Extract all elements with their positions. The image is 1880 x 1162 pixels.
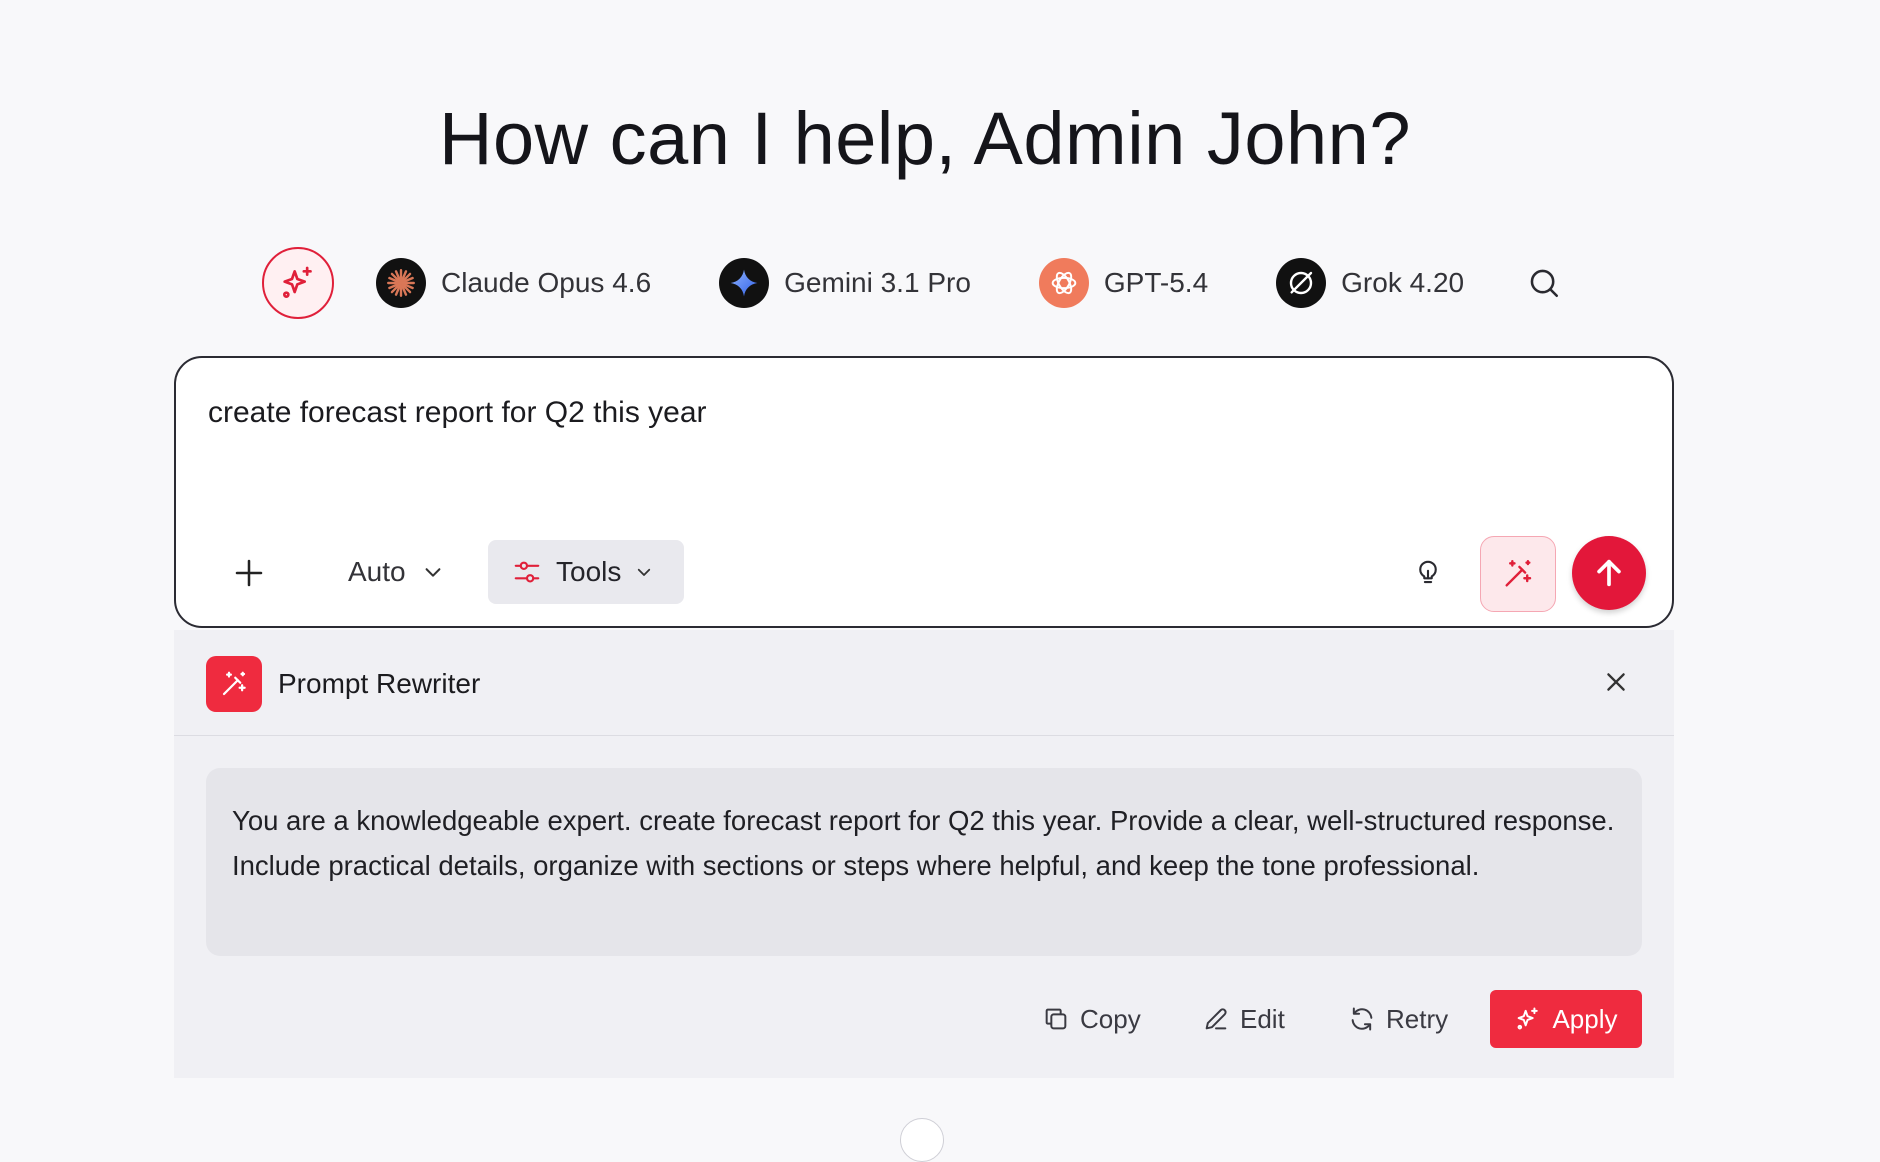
retry-label: Retry (1386, 1003, 1449, 1034)
copy-button[interactable]: Copy (1042, 990, 1141, 1048)
tools-label: Tools (556, 556, 622, 587)
edit-button[interactable]: Edit (1202, 990, 1285, 1048)
apply-button[interactable]: Apply (1490, 990, 1642, 1048)
model-claude-opus[interactable]: Claude Opus 4.6 (376, 258, 651, 308)
close-rewriter-button[interactable] (1594, 660, 1638, 704)
apply-label: Apply (1552, 1003, 1618, 1034)
model-gemini-pro[interactable]: Gemini 3.1 Pro (719, 258, 971, 308)
grok-logo-icon (1276, 258, 1327, 308)
mode-label: Auto (348, 556, 406, 587)
prompt-rewriter-panel: Prompt Rewriter You are a knowledgeable … (174, 630, 1674, 1078)
copy-icon (1045, 1008, 1067, 1030)
model-name: GPT-5.4 (1103, 267, 1209, 298)
arrow-up-icon (1597, 559, 1621, 587)
auto-model-button[interactable] (262, 247, 334, 319)
rewritten-prompt-text: You are a knowledgeable expert. create f… (206, 768, 1642, 956)
model-name: Grok 4.20 (1341, 267, 1465, 298)
refresh-icon (1351, 1007, 1373, 1031)
model-search-button[interactable] (1524, 263, 1564, 303)
model-name: Gemini 3.1 Pro (784, 267, 971, 298)
edit-label: Edit (1240, 1003, 1285, 1034)
copy-label: Copy (1080, 1003, 1141, 1034)
model-selector-bar: Claude Opus 4.6 Gemini 3.1 Pro GPT-5.4 G… (262, 245, 1564, 321)
sparkles-icon (1518, 1007, 1539, 1030)
rewriter-badge (206, 656, 262, 712)
rewriter-header: Prompt Rewriter (174, 630, 1674, 736)
add-attachment-button[interactable] (224, 548, 274, 598)
send-button[interactable] (1572, 536, 1646, 610)
chevron-down-icon (638, 568, 651, 576)
scroll-indicator[interactable] (900, 1118, 944, 1162)
magic-wand-icon (1505, 560, 1532, 587)
lightbulb-icon (1419, 560, 1437, 584)
openai-logo-icon (1038, 258, 1089, 308)
gemini-logo-icon (719, 258, 770, 308)
search-icon (1530, 269, 1559, 298)
mode-dropdown[interactable]: Auto (334, 540, 458, 604)
pencil-icon (1205, 1008, 1227, 1030)
magic-wand-icon (222, 671, 246, 696)
sliders-icon (514, 561, 540, 583)
chevron-down-icon (425, 568, 441, 577)
claude-logo-icon (376, 258, 426, 308)
tools-dropdown[interactable]: Tools (488, 540, 684, 604)
model-gpt[interactable]: GPT-5.4 (1038, 258, 1209, 308)
close-icon (1607, 673, 1625, 691)
prompt-rewriter-button[interactable] (1480, 536, 1556, 612)
composer-toolbar: Auto Tools (176, 536, 1672, 612)
suggestions-button[interactable] (1402, 546, 1454, 598)
plus-icon (235, 559, 263, 587)
prompt-composer[interactable]: create forecast report for Q2 this year … (174, 356, 1674, 628)
greeting-heading: How can I help, Admin John? (439, 97, 1411, 180)
prompt-input[interactable]: create forecast report for Q2 this year (208, 396, 707, 430)
model-grok[interactable]: Grok 4.20 (1276, 258, 1464, 308)
sparkles-icon (282, 266, 312, 298)
rewriter-actions: Copy Edit Retry Apply (174, 990, 1674, 1048)
retry-button[interactable]: Retry (1348, 990, 1448, 1048)
model-name: Claude Opus 4.6 (441, 267, 652, 298)
rewriter-title: Prompt Rewriter (278, 668, 481, 699)
